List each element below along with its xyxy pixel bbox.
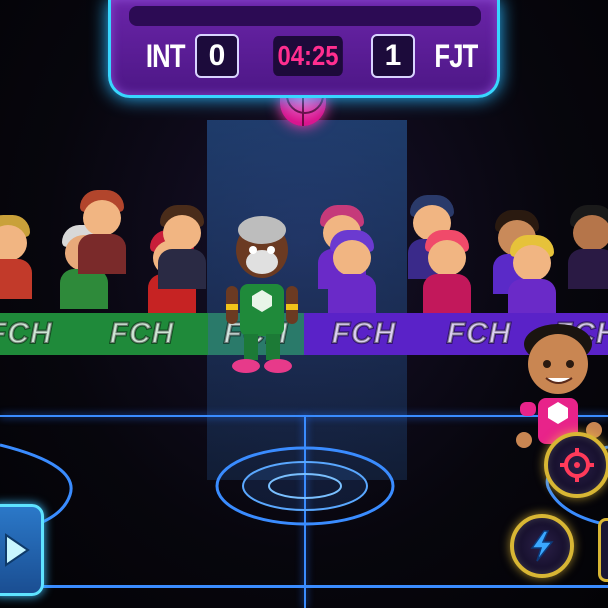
lightning-icon xyxy=(530,530,554,562)
team-left-name: INT xyxy=(145,38,186,74)
play-button[interactable] xyxy=(0,504,44,596)
game-screen: FCH FCH FCH FCH FCH FCH xyxy=(0,0,608,608)
dash-button[interactable] xyxy=(510,514,574,578)
crosshair-icon xyxy=(560,448,594,482)
banner-segment: FCH xyxy=(0,313,76,355)
team-right-name: FJT xyxy=(434,38,478,74)
team-right-score: 1 xyxy=(371,34,415,78)
scoreboard: INT 0 04:25 1 FJT xyxy=(108,0,500,98)
shoot-button[interactable] xyxy=(544,432,608,498)
player-center xyxy=(226,216,298,373)
center-circle-inner xyxy=(242,461,368,511)
side-action-button[interactable] xyxy=(598,518,608,582)
banner-segment: FCH xyxy=(76,313,208,355)
scoreboard-top-bar xyxy=(129,6,481,26)
court-baseline xyxy=(0,585,608,588)
play-icon xyxy=(5,533,30,567)
game-timer: 04:25 xyxy=(273,36,343,76)
team-left-score: 0 xyxy=(195,34,239,78)
banner-segment: FCH xyxy=(304,313,424,355)
